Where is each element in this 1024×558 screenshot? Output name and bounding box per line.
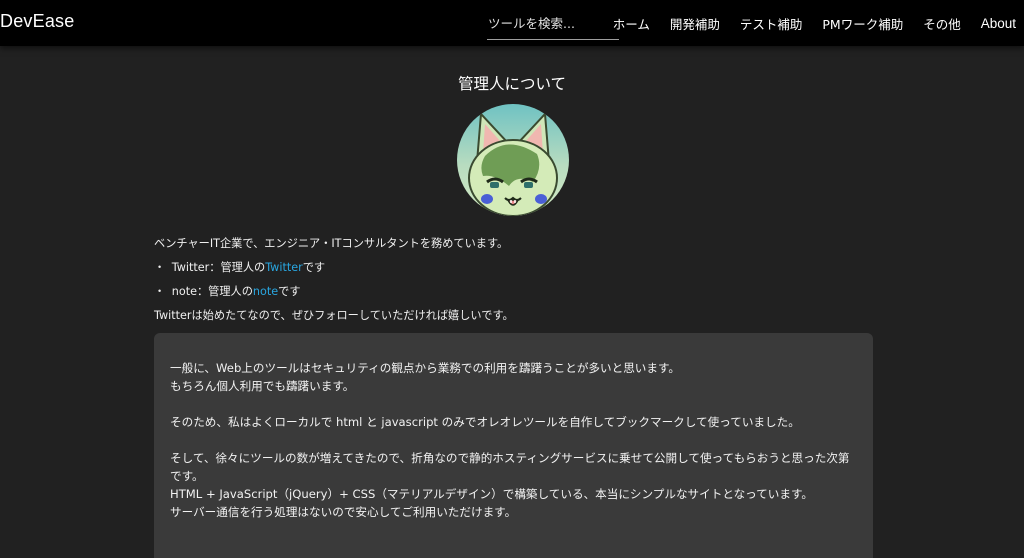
notice-text: サーバー通信を行う処理はないので安心してご利用いただけます。 — [170, 505, 517, 519]
nav-home[interactable]: ホーム — [603, 14, 660, 33]
notice-text: そして、徐々にツールの数が増えてきたので、折角なので静的ホスティングサービスに乗… — [170, 451, 850, 483]
bullet: ・ — [154, 285, 166, 298]
admin-avatar — [457, 104, 569, 216]
nav-test-tools[interactable]: テスト補助 — [730, 14, 813, 33]
intro-line-twitter: ・ Twitter：管理人のTwitterです — [154, 256, 874, 280]
notice-text: もちろん個人利用でも躊躇います。 — [170, 379, 355, 393]
nav-about[interactable]: About — [971, 16, 1016, 31]
about-site-box: 一般に、Web上のツールはセキュリティの観点から業務での利用を躊躇うことが多いと… — [154, 333, 873, 558]
intro-line-note: ・ note：管理人のnoteです — [154, 280, 874, 304]
intro-line-profile: ベンチャーIT企業で、エンジニア・ITコンサルタントを務めています。 — [154, 237, 509, 250]
notice-text: HTML + JavaScript（jQuery）+ CSS（マテリアルデザイン… — [170, 487, 813, 501]
bullet: ・ — [154, 261, 166, 274]
notice-text: そのため、私はよくローカルで html と javascript のみでオレオレ… — [170, 415, 800, 429]
top-navbar: DevEase ホーム 開発補助 テスト補助 PMワーク補助 その他 About — [0, 0, 1024, 46]
nav-other[interactable]: その他 — [913, 14, 971, 33]
intro-section: ベンチャーIT企業で、エンジニア・ITコンサルタントを務めています。 ・ Twi… — [154, 232, 874, 328]
twitter-prefix: Twitter：管理人の — [171, 261, 266, 274]
nav-menu: ホーム 開発補助 テスト補助 PMワーク補助 その他 About — [603, 0, 1016, 46]
intro-line-follow: Twitterは始めたてなので、ぜひフォローしていただければ嬉しいです。 — [154, 309, 514, 322]
note-prefix: note：管理人の — [171, 285, 253, 298]
nav-dev-tools[interactable]: 開発補助 — [660, 14, 730, 33]
twitter-link[interactable]: Twitter — [265, 261, 303, 274]
note-link[interactable]: note — [253, 285, 278, 298]
page-title: 管理人について — [457, 75, 567, 93]
search-input[interactable] — [487, 8, 619, 38]
twitter-suffix: です — [302, 261, 326, 274]
note-suffix: です — [278, 285, 301, 298]
notice-text: 一般に、Web上のツールはセキュリティの観点から業務での利用を躊躇うことが多いと… — [170, 361, 681, 375]
nav-pm-tools[interactable]: PMワーク補助 — [812, 14, 913, 33]
brand-logo[interactable]: DevEase — [0, 11, 74, 32]
search-field — [487, 8, 619, 40]
cat-avatar-image — [457, 104, 569, 216]
